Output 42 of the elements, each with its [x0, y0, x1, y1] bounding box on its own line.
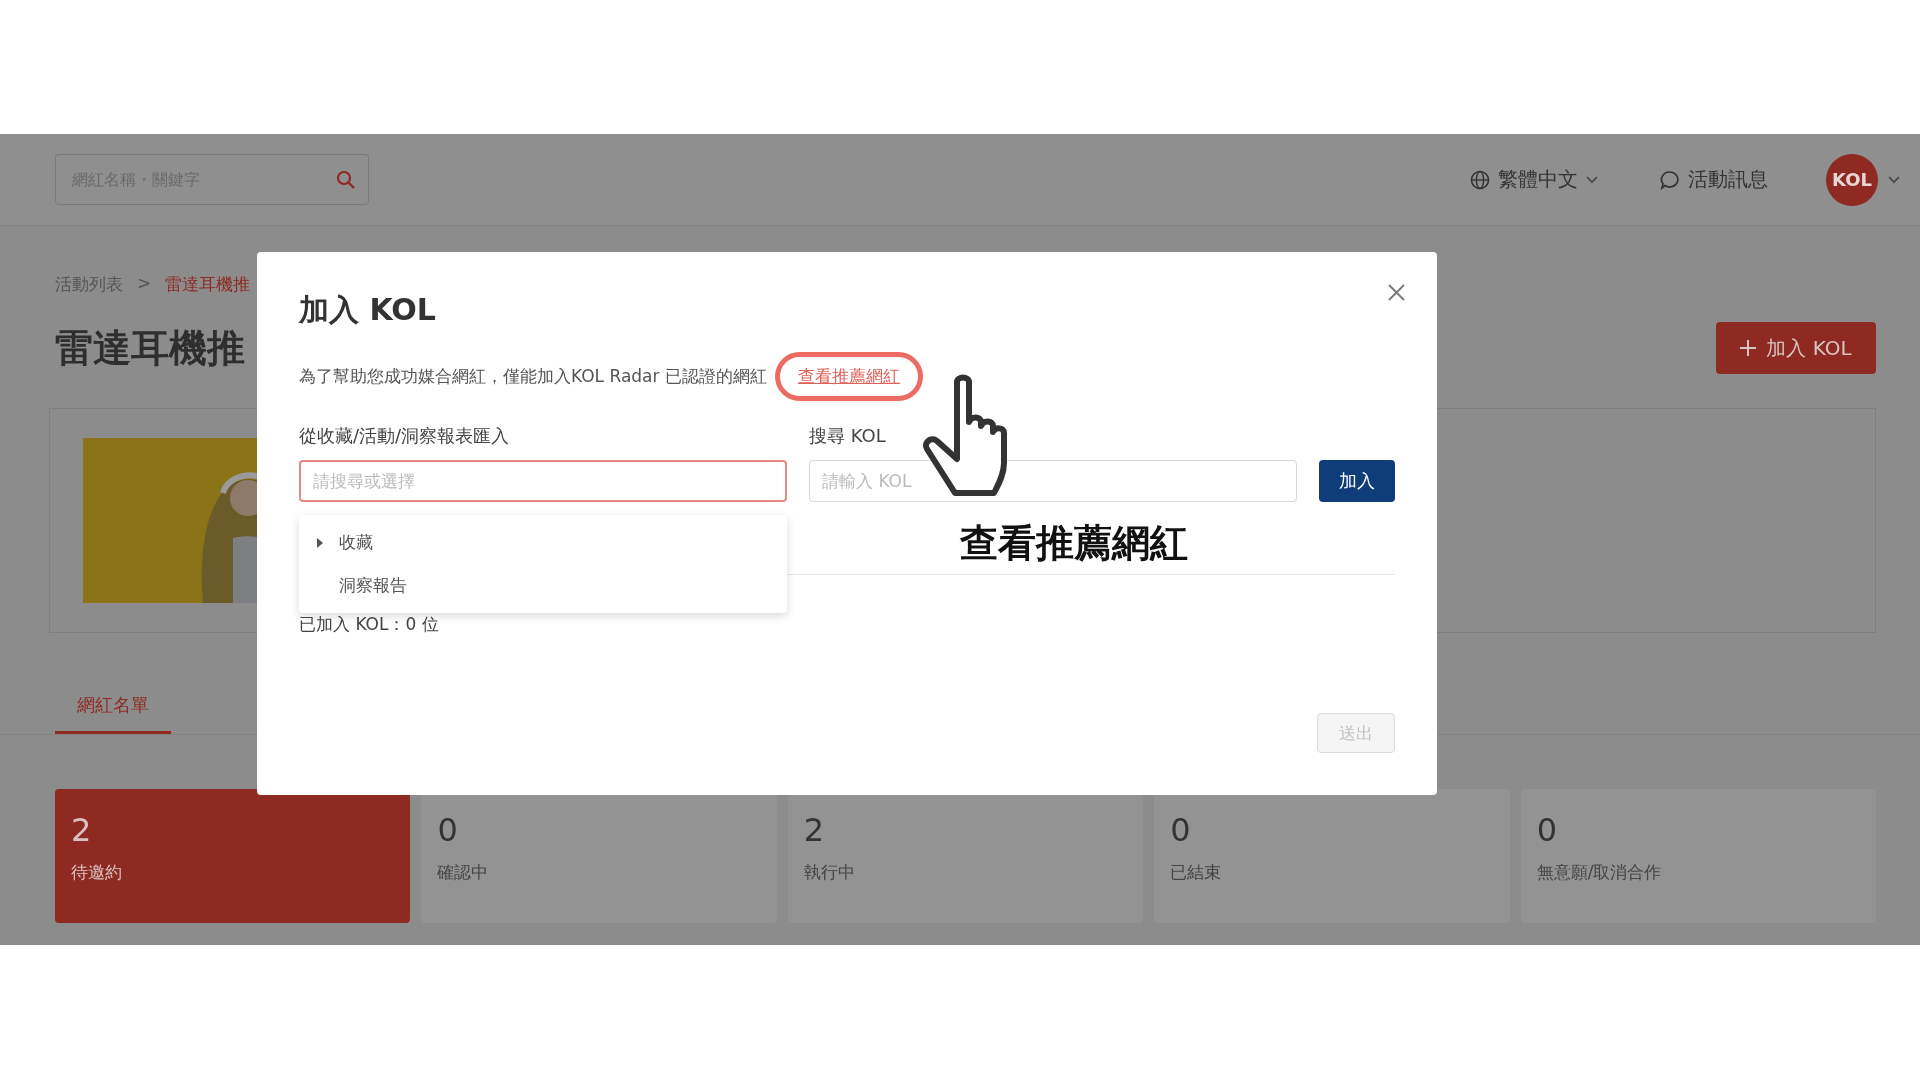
globe-icon — [1470, 169, 1490, 190]
status-label: 已結束 — [1170, 861, 1223, 884]
status-label: 確認中 — [437, 861, 490, 884]
plus-icon — [1740, 340, 1757, 356]
breadcrumb-separator: > — [137, 273, 152, 295]
user-avatar[interactable]: KOL — [1826, 153, 1878, 206]
status-card[interactable]: 0 已結束 — [1154, 789, 1510, 923]
field-label: 從收藏/活動/洞察報表匯入 — [299, 424, 511, 448]
add-button[interactable]: 加入 — [1319, 460, 1395, 502]
language-label: 繁體中文 — [1498, 166, 1578, 193]
status-label: 待邀約 — [71, 861, 123, 884]
dropdown-option[interactable]: 收藏 — [299, 521, 787, 564]
dropdown-option[interactable]: 洞察報告 — [299, 564, 787, 607]
annotation-caption: 查看推薦網紅 — [960, 520, 1188, 567]
messages-link[interactable]: 活動訊息 — [1660, 166, 1768, 193]
add-kol-button[interactable]: 加入 KOL — [1716, 322, 1876, 374]
search-icon[interactable] — [336, 170, 355, 189]
breadcrumb-link[interactable]: 雷達耳機推 — [165, 273, 251, 296]
recommended-link[interactable]: 查看推薦網紅 — [797, 365, 900, 388]
status-count: 2 — [71, 811, 93, 849]
expand-arrow-icon[interactable] — [317, 537, 323, 548]
import-field[interactable]: 請搜尋或選擇 — [299, 460, 787, 502]
dialog-title: 加入 KOL — [299, 291, 437, 329]
field-label: 搜尋 KOL — [809, 424, 887, 448]
status-label: 無意願/取消合作 — [1536, 861, 1663, 884]
page-title: 雷達耳機推 — [55, 324, 245, 372]
status-count: 0 — [1536, 811, 1558, 849]
status-card[interactable]: 0 無意願/取消合作 — [1520, 789, 1877, 923]
chat-icon — [1660, 169, 1680, 190]
status-count: 0 — [437, 811, 459, 849]
language-selector[interactable]: 繁體中文 — [1470, 166, 1598, 193]
added-count: 已加入 KOL：0 位 — [299, 613, 440, 636]
tab[interactable]: 網紅名單 — [55, 679, 171, 734]
description-text: 為了幫助您成功媒合網紅，僅能加入KOL Radar 已認證的網紅 — [299, 365, 767, 388]
status-card[interactable]: 2 待邀約 — [55, 789, 411, 923]
close-icon — [1388, 284, 1405, 301]
status-label: 執行中 — [803, 861, 856, 884]
status-count: 0 — [1170, 811, 1192, 849]
chevron-down-icon[interactable] — [1888, 175, 1900, 184]
messages-label: 活動訊息 — [1688, 166, 1768, 193]
status-count: 2 — [803, 811, 826, 849]
chevron-down-icon — [1586, 175, 1598, 184]
